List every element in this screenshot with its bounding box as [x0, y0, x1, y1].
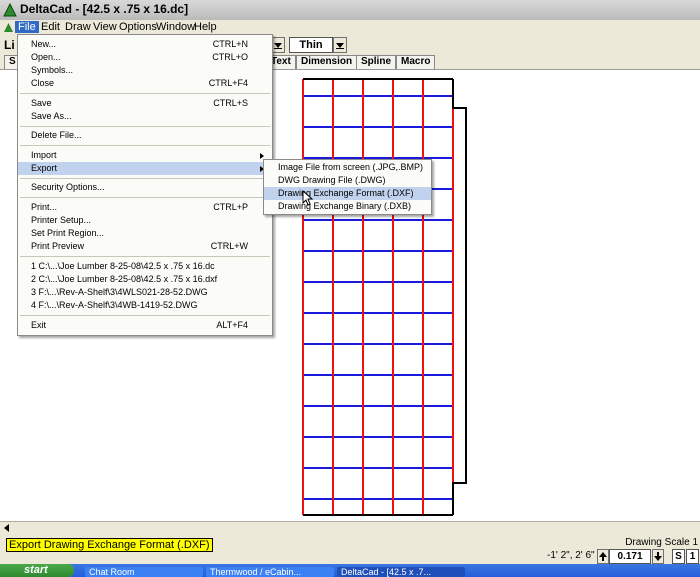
- menu-edit[interactable]: Edit: [38, 21, 63, 33]
- layer-label: Li: [4, 38, 15, 52]
- title-bar: DeltaCad - [42.5 x .75 x 16.dc]: [0, 0, 700, 20]
- start-button[interactable]: start: [0, 564, 74, 577]
- tab-macro[interactable]: Macro: [396, 55, 436, 69]
- menu-item-recent-3[interactable]: 3 F:\...\Rev-A-Shelf\3\4WLS021-28-52.DWG: [18, 286, 272, 299]
- menu-item-recent-4[interactable]: 4 F:\...\Rev-A-Shelf\3\4WB-1419-52.DWG: [18, 299, 272, 312]
- mouse-pointer-icon: [302, 190, 314, 206]
- task-deltacad[interactable]: DeltaCad - [42.5 x .7...: [337, 567, 465, 577]
- menu-separator: [20, 93, 270, 94]
- arrow-down-icon: [274, 43, 282, 49]
- scale-up-button[interactable]: [597, 549, 609, 564]
- export-dxf-file[interactable]: Drawing Exchange Format (.DXF): [264, 187, 431, 200]
- scale-value-field[interactable]: 0.171: [609, 549, 651, 564]
- start-label: start: [24, 564, 48, 576]
- taskbar: start Chat Room Thermwood / eCabin... De…: [0, 564, 700, 577]
- horizontal-scrollbar[interactable]: [0, 521, 700, 535]
- menu-item-security-options[interactable]: Security Options...: [18, 181, 272, 194]
- export-image-file[interactable]: Image File from screen (.JPG,.BMP): [264, 161, 431, 174]
- scale-down-button[interactable]: [652, 549, 664, 564]
- line-style-dropdown-button[interactable]: [271, 37, 285, 53]
- arrow-down-icon: [336, 43, 344, 49]
- line-width-select[interactable]: Thin: [289, 37, 333, 53]
- menu-separator: [20, 197, 270, 198]
- tab-spline[interactable]: Spline: [356, 55, 397, 69]
- menu-item-save-as[interactable]: Save As...: [18, 110, 272, 123]
- document-icon[interactable]: [3, 22, 14, 33]
- menu-item-printer-setup[interactable]: Printer Setup...: [18, 214, 272, 227]
- menu-separator: [20, 126, 270, 127]
- snap-field[interactable]: S: [672, 549, 685, 564]
- menu-item-new[interactable]: New... CTRL+N: [18, 38, 272, 51]
- tab-dimension[interactable]: Dimension: [296, 55, 358, 69]
- file-menu: New... CTRL+N Open... CTRL+O Symbols... Cl…: [17, 34, 273, 336]
- window-title: DeltaCad - [42.5 x .75 x 16.dc]: [20, 2, 189, 16]
- menu-item-set-print-region[interactable]: Set Print Region...: [18, 227, 272, 240]
- menu-help[interactable]: Help: [191, 21, 220, 33]
- menu-item-open[interactable]: Open... CTRL+O: [18, 51, 272, 64]
- menu-draw[interactable]: Draw: [62, 21, 94, 33]
- drawing-scale-label: Drawing Scale 1: [625, 537, 698, 548]
- menu-separator: [20, 178, 270, 179]
- menu-separator: [20, 315, 270, 316]
- deltacad-app-icon: [3, 3, 17, 17]
- arrow-up-icon: [599, 552, 607, 561]
- export-submenu: Image File from screen (.JPG,.BMP) DWG D…: [263, 159, 432, 215]
- menu-item-symbols[interactable]: Symbols...: [18, 64, 272, 77]
- menu-item-close[interactable]: Close CTRL+F4: [18, 77, 272, 90]
- task-chat-room[interactable]: Chat Room: [85, 567, 203, 577]
- menu-item-exit[interactable]: Exit ALT+F4: [18, 319, 272, 332]
- menu-separator: [20, 145, 270, 146]
- export-dwg-file[interactable]: DWG Drawing File (.DWG): [264, 174, 431, 187]
- menu-item-recent-1[interactable]: 1 C:\...\Joe Lumber 8-25-08\42.5 x .75 x…: [18, 260, 272, 273]
- menu-item-recent-2[interactable]: 2 C:\...\Joe Lumber 8-25-08\42.5 x .75 x…: [18, 273, 272, 286]
- ratio-field[interactable]: 1: [686, 549, 699, 564]
- menu-separator: [20, 256, 270, 257]
- menu-item-export[interactable]: Export: [18, 162, 272, 175]
- menu-item-save[interactable]: Save CTRL+S: [18, 97, 272, 110]
- export-dxb-file[interactable]: Drawing Exchange Binary (.DXB): [264, 200, 431, 213]
- status-message: Export Drawing Exchange Format (.DXF): [6, 538, 213, 552]
- scroll-left-icon[interactable]: [3, 524, 11, 532]
- outline-notch[interactable]: [452, 79, 467, 515]
- menu-item-print-preview[interactable]: Print Preview CTRL+W: [18, 240, 272, 253]
- arrow-down-icon: [654, 552, 662, 561]
- task-thermwood[interactable]: Thermwood / eCabin...: [206, 567, 334, 577]
- menu-item-print[interactable]: Print... CTRL+P: [18, 201, 272, 214]
- coordinates-readout: -1' 2", 2' 6": [547, 550, 595, 561]
- menu-item-import[interactable]: Import: [18, 149, 272, 162]
- menu-file[interactable]: File: [15, 21, 39, 33]
- line-width-dropdown-button[interactable]: [333, 37, 347, 53]
- menu-item-delete-file[interactable]: Delete File...: [18, 129, 272, 142]
